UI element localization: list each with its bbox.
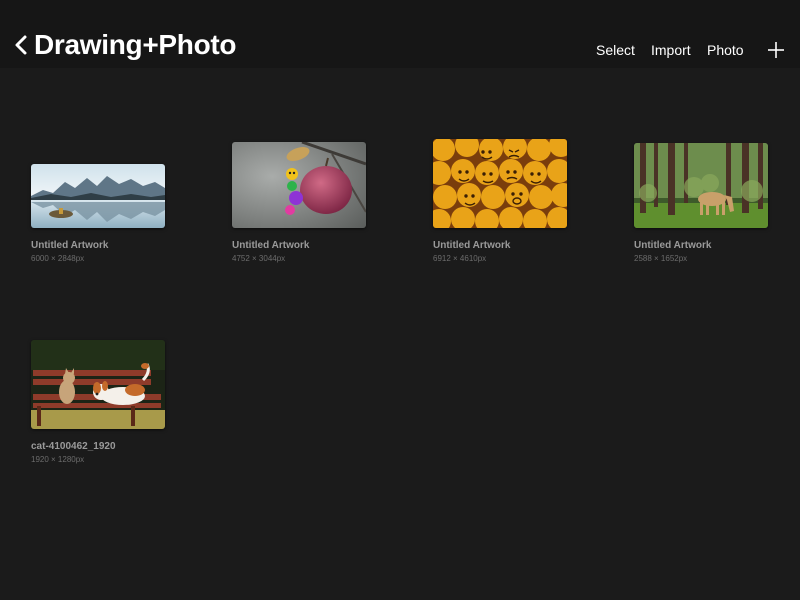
artwork-title: Untitled Artwork <box>232 240 310 251</box>
artwork-dimensions: 1920 × 1280px <box>31 455 85 464</box>
artwork-title: Untitled Artwork <box>31 240 109 251</box>
artwork-title: cat-4100462_1920 <box>31 441 116 452</box>
artwork-dimensions: 6912 × 4610px <box>433 254 487 263</box>
artwork-thumbnail <box>232 142 366 228</box>
add-button[interactable] <box>766 40 786 60</box>
artwork-thumbnail <box>433 139 567 228</box>
artwork-gallery: Untitled Artwork 6000 × 2848px Untitled … <box>0 68 800 600</box>
artwork-title: Untitled Artwork <box>433 240 511 251</box>
select-button[interactable]: Select <box>596 41 635 59</box>
artwork-thumbnail <box>31 340 165 429</box>
photo-button[interactable]: Photo <box>707 41 744 59</box>
chevron-left-icon <box>15 35 27 55</box>
back-button[interactable] <box>10 30 32 60</box>
artwork-dimensions: 4752 × 3044px <box>232 254 286 263</box>
artwork-thumbnail <box>31 164 165 228</box>
page-title: Drawing+Photo <box>34 29 237 60</box>
artwork-title: Untitled Artwork <box>634 240 712 251</box>
top-bar: Drawing+Photo Select Import Photo <box>0 0 800 68</box>
plus-icon <box>768 42 784 58</box>
artwork-dimensions: 2588 × 1652px <box>634 254 688 263</box>
import-button[interactable]: Import <box>651 41 691 59</box>
artwork-dimensions: 6000 × 2848px <box>31 254 85 263</box>
artwork-thumbnail <box>634 143 768 228</box>
